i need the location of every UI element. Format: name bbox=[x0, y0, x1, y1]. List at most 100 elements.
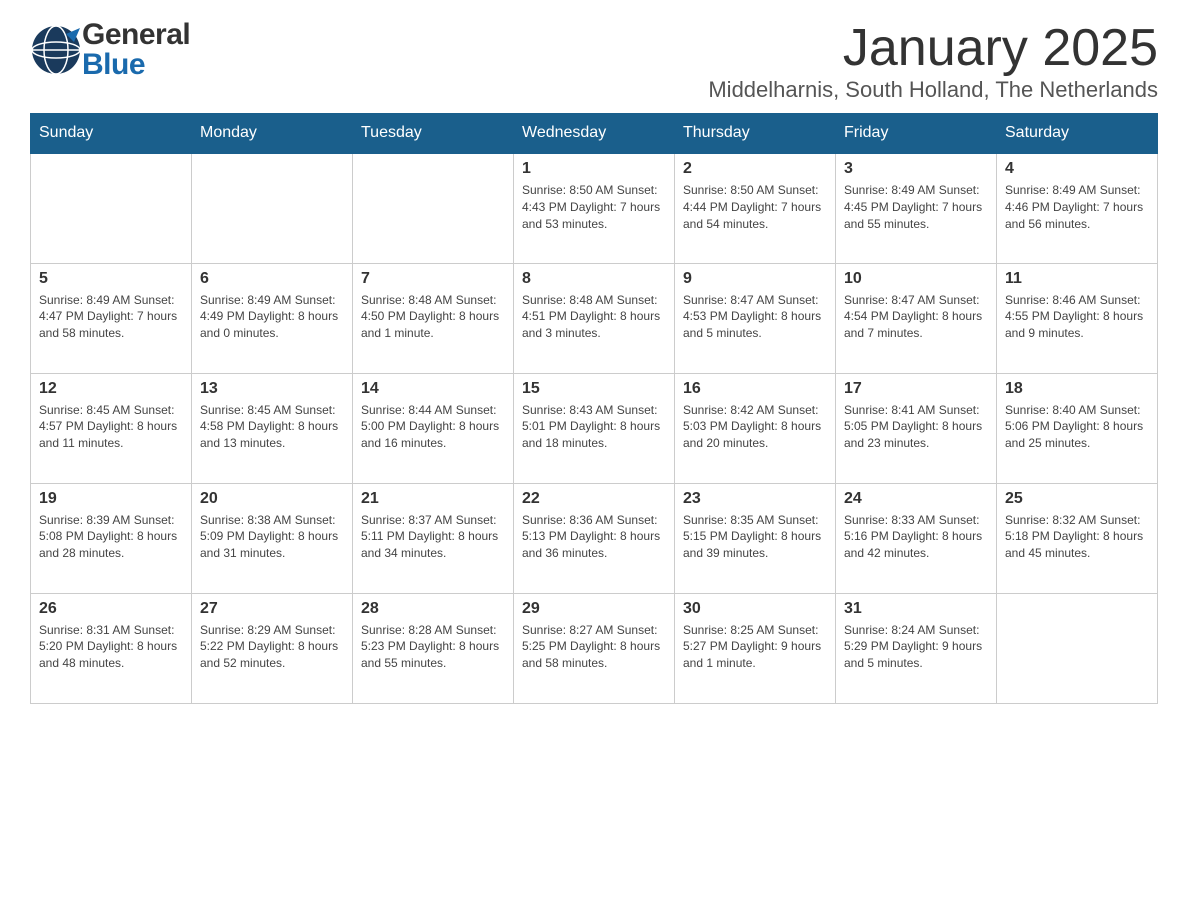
calendar-cell: 20Sunrise: 8:38 AM Sunset: 5:09 PM Dayli… bbox=[192, 483, 353, 593]
day-info: Sunrise: 8:45 AM Sunset: 4:57 PM Dayligh… bbox=[39, 402, 183, 452]
day-info: Sunrise: 8:49 AM Sunset: 4:45 PM Dayligh… bbox=[844, 182, 988, 232]
calendar-cell bbox=[192, 153, 353, 263]
day-info: Sunrise: 8:44 AM Sunset: 5:00 PM Dayligh… bbox=[361, 402, 505, 452]
calendar-cell: 13 Sunrise: 8:45 AM Sunset: 4:58 PM Dayli… bbox=[192, 373, 353, 483]
day-info: Sunrise: 8:33 AM Sunset: 5:16 PM Dayligh… bbox=[844, 512, 988, 562]
day-info: Sunrise: 8:48 AM Sunset: 4:50 PM Dayligh… bbox=[361, 292, 505, 342]
day-number: 9 bbox=[683, 270, 827, 288]
location-title: Middelharnis, South Holland, The Netherl… bbox=[708, 77, 1158, 103]
calendar-cell: 26Sunrise: 8:31 AM Sunset: 5:20 PM Dayli… bbox=[31, 593, 192, 703]
calendar-cell: 5 Sunrise: 8:49 AM Sunset: 4:47 PM Daylig… bbox=[31, 263, 192, 373]
title-area: January 2025 Middelharnis, South Holland… bbox=[708, 20, 1158, 103]
day-info: Sunrise: 8:32 AM Sunset: 5:18 PM Dayligh… bbox=[1005, 512, 1149, 562]
day-number: 23 bbox=[683, 490, 827, 508]
calendar-cell: 22 Sunrise: 8:36 AM Sunset: 5:13 PM Dayli… bbox=[514, 483, 675, 593]
calendar-cell: 29Sunrise: 8:27 AM Sunset: 5:25 PM Dayli… bbox=[514, 593, 675, 703]
day-of-week-header: Saturday bbox=[997, 114, 1158, 154]
day-info: Sunrise: 8:35 AM Sunset: 5:15 PM Dayligh… bbox=[683, 512, 827, 562]
day-number: 28 bbox=[361, 600, 505, 618]
calendar-week-row: 26Sunrise: 8:31 AM Sunset: 5:20 PM Dayli… bbox=[31, 593, 1158, 703]
day-number: 17 bbox=[844, 380, 988, 398]
calendar-cell: 12 Sunrise: 8:45 AM Sunset: 4:57 PM Dayli… bbox=[31, 373, 192, 483]
calendar-cell: 14Sunrise: 8:44 AM Sunset: 5:00 PM Dayli… bbox=[353, 373, 514, 483]
day-of-week-header: Monday bbox=[192, 114, 353, 154]
calendar-cell: 6Sunrise: 8:49 AM Sunset: 4:49 PM Daylig… bbox=[192, 263, 353, 373]
day-number: 27 bbox=[200, 600, 344, 618]
day-number: 4 bbox=[1005, 160, 1149, 178]
day-number: 18 bbox=[1005, 380, 1149, 398]
calendar-cell: 7Sunrise: 8:48 AM Sunset: 4:50 PM Daylig… bbox=[353, 263, 514, 373]
day-number: 29 bbox=[522, 600, 666, 618]
day-info: Sunrise: 8:24 AM Sunset: 5:29 PM Dayligh… bbox=[844, 622, 988, 672]
day-number: 2 bbox=[683, 160, 827, 178]
day-info: Sunrise: 8:40 AM Sunset: 5:06 PM Dayligh… bbox=[1005, 402, 1149, 452]
page-header: General Blue January 2025 Middelharnis, … bbox=[30, 20, 1158, 103]
calendar-cell: 25 Sunrise: 8:32 AM Sunset: 5:18 PM Dayli… bbox=[997, 483, 1158, 593]
day-of-week-header: Wednesday bbox=[514, 114, 675, 154]
day-of-week-header: Sunday bbox=[31, 114, 192, 154]
day-number: 30 bbox=[683, 600, 827, 618]
day-info: Sunrise: 8:49 AM Sunset: 4:47 PM Dayligh… bbox=[39, 292, 183, 342]
day-number: 5 bbox=[39, 270, 183, 288]
day-number: 13 bbox=[200, 380, 344, 398]
calendar-cell bbox=[353, 153, 514, 263]
day-of-week-header: Friday bbox=[836, 114, 997, 154]
calendar-cell: 1Sunrise: 8:50 AM Sunset: 4:43 PM Daylig… bbox=[514, 153, 675, 263]
calendar-cell: 18 Sunrise: 8:40 AM Sunset: 5:06 PM Dayli… bbox=[997, 373, 1158, 483]
day-info: Sunrise: 8:39 AM Sunset: 5:08 PM Dayligh… bbox=[39, 512, 183, 562]
day-number: 6 bbox=[200, 270, 344, 288]
day-info: Sunrise: 8:43 AM Sunset: 5:01 PM Dayligh… bbox=[522, 402, 666, 452]
calendar-cell: 8 Sunrise: 8:48 AM Sunset: 4:51 PM Daylig… bbox=[514, 263, 675, 373]
day-info: Sunrise: 8:47 AM Sunset: 4:53 PM Dayligh… bbox=[683, 292, 827, 342]
day-number: 19 bbox=[39, 490, 183, 508]
day-info: Sunrise: 8:37 AM Sunset: 5:11 PM Dayligh… bbox=[361, 512, 505, 562]
day-number: 8 bbox=[522, 270, 666, 288]
day-of-week-header: Tuesday bbox=[353, 114, 514, 154]
day-info: Sunrise: 8:48 AM Sunset: 4:51 PM Dayligh… bbox=[522, 292, 666, 342]
day-number: 16 bbox=[683, 380, 827, 398]
calendar-body: 1Sunrise: 8:50 AM Sunset: 4:43 PM Daylig… bbox=[31, 153, 1158, 703]
day-info: Sunrise: 8:25 AM Sunset: 5:27 PM Dayligh… bbox=[683, 622, 827, 672]
day-number: 20 bbox=[200, 490, 344, 508]
month-title: January 2025 bbox=[708, 20, 1158, 77]
day-info: Sunrise: 8:46 AM Sunset: 4:55 PM Dayligh… bbox=[1005, 292, 1149, 342]
day-number: 15 bbox=[522, 380, 666, 398]
calendar-week-row: 12 Sunrise: 8:45 AM Sunset: 4:57 PM Dayli… bbox=[31, 373, 1158, 483]
logo-text-group: General Blue bbox=[82, 20, 190, 80]
calendar-cell: 4 Sunrise: 8:49 AM Sunset: 4:46 PM Daylig… bbox=[997, 153, 1158, 263]
logo-icon bbox=[30, 24, 82, 76]
day-number: 26 bbox=[39, 600, 183, 618]
day-number: 1 bbox=[522, 160, 666, 178]
day-info: Sunrise: 8:50 AM Sunset: 4:44 PM Dayligh… bbox=[683, 182, 827, 232]
calendar-cell: 11 Sunrise: 8:46 AM Sunset: 4:55 PM Dayli… bbox=[997, 263, 1158, 373]
calendar-cell: 15 Sunrise: 8:43 AM Sunset: 5:01 PM Dayli… bbox=[514, 373, 675, 483]
day-info: Sunrise: 8:41 AM Sunset: 5:05 PM Dayligh… bbox=[844, 402, 988, 452]
calendar-cell: 27 Sunrise: 8:29 AM Sunset: 5:22 PM Dayli… bbox=[192, 593, 353, 703]
day-of-week-header: Thursday bbox=[675, 114, 836, 154]
day-info: Sunrise: 8:29 AM Sunset: 5:22 PM Dayligh… bbox=[200, 622, 344, 672]
calendar-cell: 19 Sunrise: 8:39 AM Sunset: 5:08 PM Dayli… bbox=[31, 483, 192, 593]
calendar-cell: 30 Sunrise: 8:25 AM Sunset: 5:27 PM Dayli… bbox=[675, 593, 836, 703]
calendar-week-row: 5 Sunrise: 8:49 AM Sunset: 4:47 PM Daylig… bbox=[31, 263, 1158, 373]
day-number: 11 bbox=[1005, 270, 1149, 288]
calendar-cell: 24Sunrise: 8:33 AM Sunset: 5:16 PM Dayli… bbox=[836, 483, 997, 593]
calendar-table: SundayMondayTuesdayWednesdayThursdayFrid… bbox=[30, 113, 1158, 704]
day-number: 31 bbox=[844, 600, 988, 618]
day-info: Sunrise: 8:42 AM Sunset: 5:03 PM Dayligh… bbox=[683, 402, 827, 452]
day-info: Sunrise: 8:28 AM Sunset: 5:23 PM Dayligh… bbox=[361, 622, 505, 672]
calendar-cell: 2 Sunrise: 8:50 AM Sunset: 4:44 PM Daylig… bbox=[675, 153, 836, 263]
calendar-cell: 16 Sunrise: 8:42 AM Sunset: 5:03 PM Dayli… bbox=[675, 373, 836, 483]
day-info: Sunrise: 8:49 AM Sunset: 4:46 PM Dayligh… bbox=[1005, 182, 1149, 232]
day-number: 22 bbox=[522, 490, 666, 508]
calendar-week-row: 1Sunrise: 8:50 AM Sunset: 4:43 PM Daylig… bbox=[31, 153, 1158, 263]
day-info: Sunrise: 8:36 AM Sunset: 5:13 PM Dayligh… bbox=[522, 512, 666, 562]
calendar-cell: 9 Sunrise: 8:47 AM Sunset: 4:53 PM Daylig… bbox=[675, 263, 836, 373]
day-number: 25 bbox=[1005, 490, 1149, 508]
day-number: 12 bbox=[39, 380, 183, 398]
calendar-cell: 31 Sunrise: 8:24 AM Sunset: 5:29 PM Dayli… bbox=[836, 593, 997, 703]
day-info: Sunrise: 8:47 AM Sunset: 4:54 PM Dayligh… bbox=[844, 292, 988, 342]
day-info: Sunrise: 8:45 AM Sunset: 4:58 PM Dayligh… bbox=[200, 402, 344, 452]
day-number: 10 bbox=[844, 270, 988, 288]
calendar-cell bbox=[997, 593, 1158, 703]
calendar-cell: 23 Sunrise: 8:35 AM Sunset: 5:15 PM Dayli… bbox=[675, 483, 836, 593]
